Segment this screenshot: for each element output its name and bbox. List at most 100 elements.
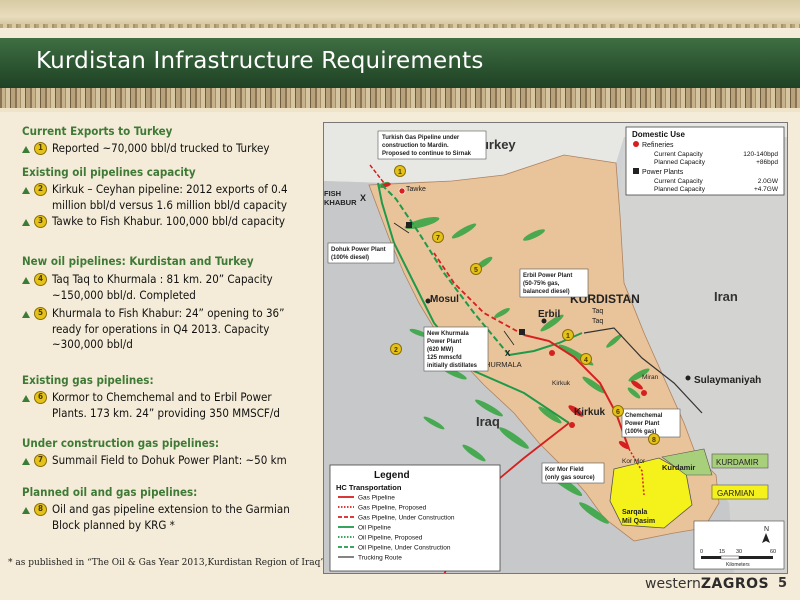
item-text: Reported ~70,000 bbl/d trucked to Turkey [52, 141, 270, 155]
label-sarqala-1: Sarqala [622, 509, 647, 516]
legend-subtitle: HC Transportation [336, 483, 402, 492]
power-label: Power Plants [642, 169, 684, 176]
list-item: 7 Summail Field to Dohuk Power Plant: ~5… [20, 453, 320, 469]
infrastructure-map: X X Turkey Iran Iraq KURDISTAN FISH KHAB… [323, 122, 788, 574]
bullet-icon [22, 219, 30, 226]
marker-badge: 5 [34, 307, 47, 320]
callout-khurmala-5: initially distillates [427, 363, 478, 369]
callout-kor-mor-2: (only gas source) [545, 475, 595, 481]
map-marker-6: 6 [616, 409, 620, 416]
scale-unit: Kilometers [726, 562, 750, 568]
callout-khurmala-3: (620 MW) [427, 347, 453, 353]
pow-planned-label: Planned Capacity [654, 186, 706, 193]
slide-title: Kurdistan Infrastructure Requirements [36, 48, 484, 74]
bullet-icon [22, 395, 30, 402]
list-item: 6 Kormor to Chemchemal and to Erbil Powe… [20, 390, 320, 421]
pow-current-value: 2.0GW [758, 178, 779, 185]
item-text: Taq Taq to Khurmala : 81 km. 20” Capacit… [52, 272, 273, 286]
marker-badge: 3 [34, 215, 47, 228]
marker-badge: 6 [34, 391, 47, 404]
label-sulaymaniyah: Sulaymaniyah [694, 375, 761, 386]
section-heading: Planned oil and gas pipelines: [22, 485, 198, 499]
map-marker-5: 5 [474, 267, 478, 274]
footnote: * as published in “The Oil & Gas Year 20… [8, 558, 325, 568]
marker-badge: 1 [34, 142, 47, 155]
label-fish-khabur-2: KHABUR [324, 198, 357, 207]
scale-tick-15: 15 [719, 549, 725, 555]
legend-title: Legend [374, 470, 410, 481]
scale-tick-30: 30 [736, 549, 742, 555]
map-marker-4: 4 [584, 357, 588, 364]
item-text: Summail Field to Dohuk Power Plant: ~50 … [52, 453, 287, 467]
ref-planned-value: +86bpd [756, 159, 778, 166]
marker-badge: 2 [34, 183, 47, 196]
map-marker-8: 8 [652, 437, 656, 444]
label-fish-khabur-1: FISH [324, 189, 341, 198]
callout-dohuk-2: (100% diesel) [331, 255, 369, 261]
callout-kor-mor-1: Kor Mor Field [545, 467, 584, 473]
map-marker-1: 1 [398, 169, 402, 176]
legend-gas-proposed: Gas Pipeline, Proposed [358, 505, 427, 512]
north-arrow-icon: N [764, 526, 769, 533]
map-marker-2: 2 [394, 347, 398, 354]
item-text: Kormor to Chemchemal and to Erbil Power [52, 390, 272, 404]
label-erbil: Erbil [538, 309, 560, 320]
item-text: Block planned by KRG * [52, 517, 175, 532]
logo-text-bold: ZAGROS [700, 576, 770, 592]
item-text: Plants. 173 km. 24” providing 350 MMSCF/… [52, 405, 280, 420]
map-marker-7: 7 [436, 235, 440, 242]
refineries-label: Refineries [642, 142, 674, 149]
list-item: 5 Khurmala to Fish Khabur: 24” opening t… [20, 306, 320, 353]
content-panel: Current Exports to Turkey 1 Reported ~70… [0, 114, 325, 574]
label-kirkuk-small: Kirkuk [552, 380, 571, 387]
power-plant-icon [633, 168, 639, 174]
item-text: ~300,000 bbl/d [52, 337, 133, 351]
list-item: 2 Kirkuk – Ceyhan pipeline: 2012 exports… [20, 182, 320, 213]
label-kurdamir-city: Kurdamir [662, 463, 695, 472]
label-iraq: Iraq [476, 414, 500, 429]
list-item: 1 Reported ~70,000 bbl/d trucked to Turk… [20, 141, 320, 157]
label-garmian-block: GARMIAN [717, 489, 755, 498]
list-item: 3 Tawke to Fish Khabur. 100,000 bbl/d ca… [20, 214, 320, 230]
section-heading: Under construction gas pipelines: [22, 436, 220, 450]
item-text: Kirkuk – Ceyhan pipeline: 2012 exports o… [52, 182, 288, 196]
western-zagros-logo: westernZAGROS [645, 576, 769, 592]
list-item: 8 Oil and gas pipeline extension to the … [20, 502, 320, 533]
section-heading: New oil pipelines: Kurdistan and Turkey [22, 254, 254, 268]
callout-erbil-pp-2: (50-75% gas, [523, 281, 560, 287]
label-taq-1: Taq [592, 308, 603, 315]
page-number: 5 [778, 576, 788, 591]
scale-tick-60: 60 [770, 549, 776, 555]
bullet-icon [22, 311, 30, 318]
bullet-icon [22, 458, 30, 465]
bullet-icon [22, 146, 30, 153]
bullet-icon [22, 277, 30, 284]
legend-box: Legend HC Transportation Gas Pipeline Ga… [329, 464, 501, 572]
callout-dohuk-1: Dohuk Power Plant [331, 247, 386, 253]
khurmala-x: X [505, 349, 511, 358]
fish-khabur-x: X [360, 193, 366, 203]
callout-turkish-gas-2: construction to Mardin. [382, 143, 449, 149]
item-text: Oil and gas pipeline extension to the Ga… [52, 502, 290, 516]
marker-badge: 4 [34, 273, 47, 286]
item-text: ~150,000 bbl/d. Completed [52, 287, 196, 302]
item-text: ready for operations in Q4 2013. Capacit… [52, 321, 270, 336]
section-heading: Current Exports to Turkey [22, 124, 173, 138]
marker-badge: 7 [34, 454, 47, 467]
callout-erbil-pp-3: balanced diesel) [523, 289, 570, 295]
map-marker-1b: 1 [566, 333, 570, 340]
section-heading: Existing gas pipelines: [22, 373, 154, 387]
item-text: Khurmala to Fish Khabur: 24” opening to … [52, 306, 285, 320]
legend-oil: Oil Pipeline [358, 525, 391, 532]
scale-bar: N 0 15 30 60 Kilometers [693, 520, 785, 570]
legend-oil-construction: Oil Pipeline, Under Construction [358, 545, 451, 552]
pow-planned-value: +4.7GW [754, 186, 779, 193]
ref-current-label: Current Capacity [654, 151, 704, 158]
callout-chemchemal-2: Power Plant [625, 421, 659, 427]
legend-trucking: Trucking Route [358, 555, 402, 562]
scale-tick-0: 0 [700, 549, 703, 555]
domestic-use-title: Domestic Use [632, 130, 685, 139]
label-kor-mor: Kor Mor [622, 458, 646, 465]
callout-chemchemal-1: Chemchemal [625, 413, 663, 419]
ref-planned-label: Planned Capacity [654, 159, 706, 166]
